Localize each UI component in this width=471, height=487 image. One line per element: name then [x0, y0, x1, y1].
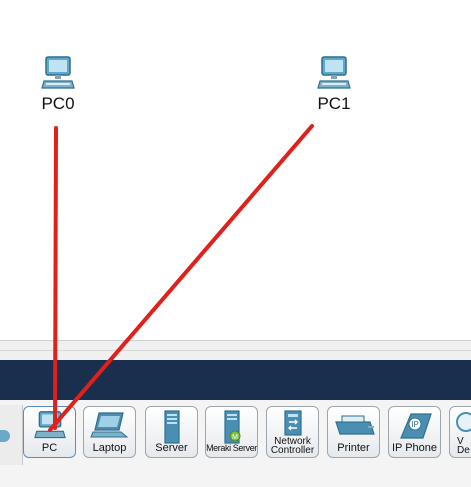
device-pc1[interactable]: PC1 — [304, 55, 364, 114]
device-label: PC1 — [317, 94, 351, 113]
palette-item-server[interactable]: Server — [145, 406, 198, 458]
palette-item-label: Network Controller — [270, 436, 315, 456]
palette-item-label: Printer — [337, 442, 370, 454]
palette-item-network-controller[interactable]: Network Controller — [266, 406, 319, 458]
ip-phone-icon: IP — [399, 413, 432, 439]
palette-item-partial[interactable]: V De — [449, 406, 471, 458]
partial-device-icon — [456, 412, 471, 432]
palette-item-label: V De — [457, 436, 470, 456]
panel-divider — [0, 340, 471, 361]
network-controller-icon — [283, 410, 302, 436]
palette-item-printer[interactable]: Printer — [327, 406, 380, 458]
palette-item-meraki-server[interactable]: M Meraki Server — [205, 406, 258, 458]
palette-item-pc[interactable]: PC — [23, 406, 76, 458]
device-label: PC0 — [41, 94, 75, 113]
svg-text:M: M — [232, 434, 238, 441]
device-category-bar — [0, 360, 471, 400]
svg-text:IP: IP — [411, 420, 419, 429]
palette-item-laptop[interactable]: Laptop — [83, 406, 136, 458]
pc-icon — [33, 411, 66, 439]
device-pc0[interactable]: PC0 — [28, 55, 88, 114]
pc-icon — [41, 56, 75, 89]
palette-item-label: Laptop — [92, 442, 127, 454]
server-icon — [163, 410, 180, 444]
palette-item-label: Server — [155, 442, 188, 454]
logical-workspace[interactable] — [0, 0, 471, 340]
category-selector-edge[interactable] — [0, 405, 23, 465]
palette-item-label: IP Phone — [391, 442, 438, 454]
palette-item-label: Meraki Server — [206, 443, 257, 453]
pc-icon — [317, 56, 351, 89]
palette-item-ip-phone[interactable]: IP IP Phone — [388, 406, 441, 458]
laptop-icon — [89, 412, 128, 438]
meraki-server-icon: M — [223, 410, 240, 444]
printer-icon — [334, 415, 375, 435]
cloud-icon — [0, 430, 10, 442]
palette-item-label: PC — [41, 442, 58, 454]
